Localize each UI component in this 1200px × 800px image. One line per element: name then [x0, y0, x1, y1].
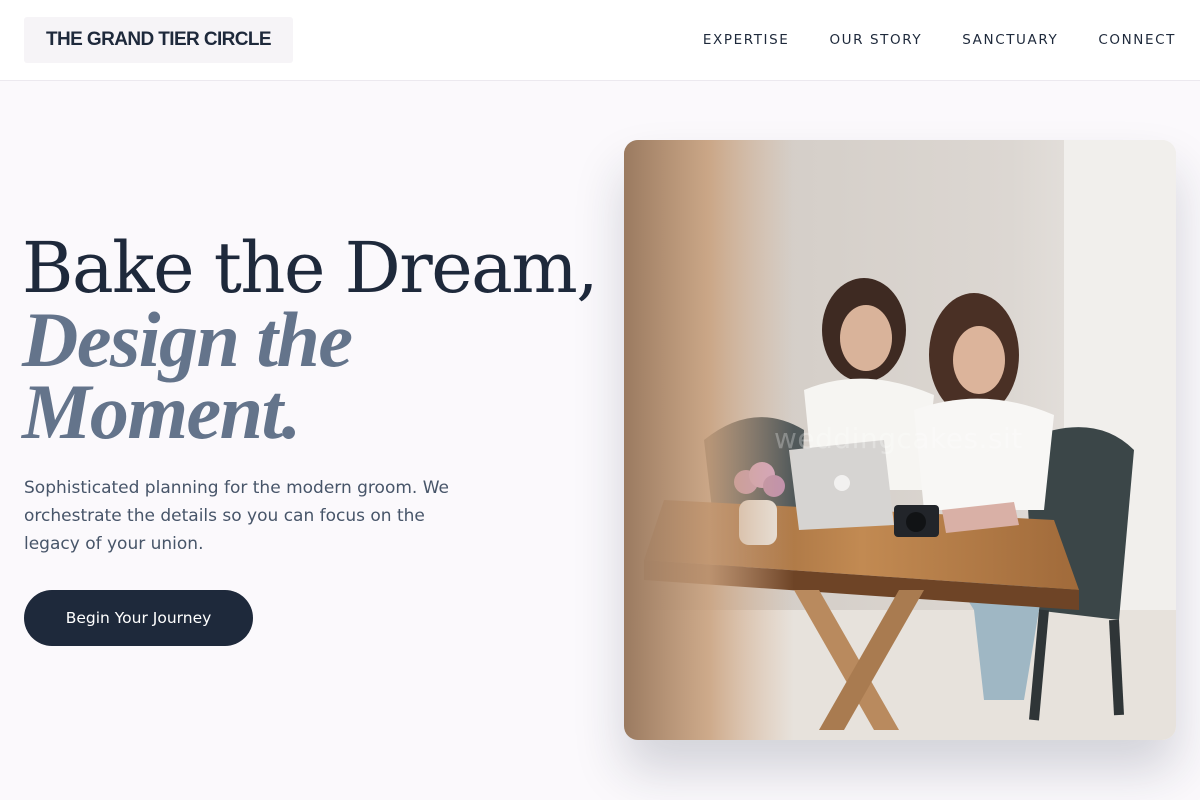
- hero-title: Bake the Dream, Design the Moment.: [22, 227, 602, 455]
- nav-link-connect[interactable]: CONNECT: [1098, 32, 1176, 48]
- site-header: THE GRAND TIER CIRCLE EXPERTISE OUR STOR…: [0, 0, 1200, 81]
- main-nav: EXPERTISE OUR STORY SANCTUARY CONNECT: [703, 0, 1176, 80]
- hero-title-line2: Design the: [22, 296, 353, 383]
- hero-subtitle: Sophisticated planning for the modern gr…: [24, 478, 449, 554]
- nav-link-sanctuary[interactable]: SANCTUARY: [962, 32, 1058, 48]
- hero-image: weddingcakes.sit: [624, 140, 1176, 740]
- nav-link-our-story[interactable]: OUR STORY: [829, 32, 922, 48]
- hero-title-line1: Bake the Dream,: [22, 227, 599, 309]
- brand-logo[interactable]: THE GRAND TIER CIRCLE: [24, 17, 293, 63]
- begin-journey-button[interactable]: Begin Your Journey: [24, 590, 253, 646]
- image-watermark: weddingcakes.sit: [774, 422, 1023, 455]
- hero-title-line3: Moment.: [22, 368, 301, 455]
- nav-link-expertise[interactable]: EXPERTISE: [703, 32, 790, 48]
